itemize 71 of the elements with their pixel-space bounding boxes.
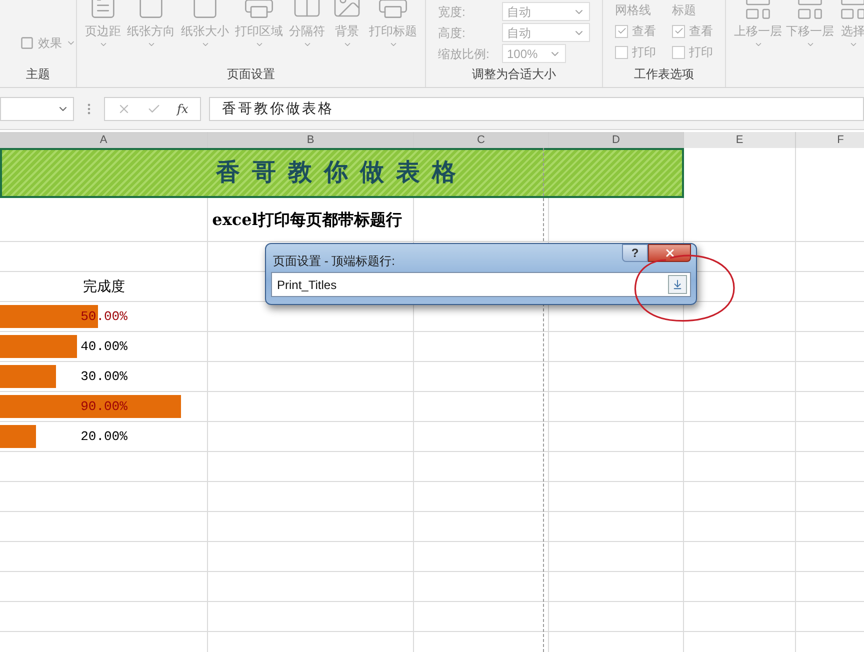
checkbox[interactable] bbox=[672, 24, 685, 38]
column-header[interactable]: F bbox=[796, 132, 864, 148]
ribbon-button[interactable]: 纸张大小 bbox=[181, 0, 229, 49]
group-label: 调整为合适大小 bbox=[471, 66, 557, 83]
caret-icon bbox=[302, 40, 312, 49]
option-checkbox[interactable]: 打印 bbox=[672, 43, 713, 61]
close-icon bbox=[664, 247, 676, 259]
ribbon-button[interactable]: 上移一层 bbox=[734, 0, 782, 49]
header-cell-text: 完成度 bbox=[82, 277, 126, 296]
ribbon-button[interactable]: 打印标题 bbox=[369, 0, 417, 49]
option-heading: 网格线 bbox=[615, 2, 652, 19]
ribbon-button[interactable]: 下移一层 bbox=[786, 0, 834, 49]
size-dropdown[interactable]: 自动 bbox=[502, 2, 590, 21]
caret-icon bbox=[388, 40, 398, 49]
caret-icon bbox=[342, 40, 352, 49]
caret-icon bbox=[200, 40, 210, 49]
column-header[interactable]: D bbox=[549, 132, 684, 148]
caret-icon bbox=[98, 40, 108, 49]
column-header[interactable]: C bbox=[414, 132, 549, 148]
caret-icon bbox=[806, 40, 814, 49]
title-banner[interactable]: 香哥教你做表格 bbox=[0, 148, 684, 198]
check-icon bbox=[674, 26, 684, 36]
effects-icon bbox=[20, 36, 34, 50]
option-heading: 标题 bbox=[672, 2, 697, 19]
help-button[interactable]: ? bbox=[622, 244, 648, 262]
column-header[interactable]: B bbox=[208, 132, 414, 148]
name-box[interactable] bbox=[0, 96, 74, 120]
subtitle-cell-text: excel打印每页都带标题行 bbox=[211, 208, 403, 230]
option-checkbox[interactable]: 打印 bbox=[615, 43, 656, 61]
group-label: 主题 bbox=[25, 66, 51, 83]
data-cell[interactable]: 20.00% bbox=[0, 422, 208, 451]
data-cell[interactable]: 90.00% bbox=[0, 392, 208, 421]
layers-icon bbox=[795, 0, 825, 22]
expand-icon bbox=[672, 279, 683, 290]
column-header[interactable]: A bbox=[0, 132, 208, 148]
scale-spinner[interactable]: 100% bbox=[502, 44, 566, 63]
ribbon-button[interactable]: 打印区域 bbox=[235, 0, 283, 49]
checkbox[interactable] bbox=[615, 24, 628, 38]
layers-icon bbox=[743, 0, 773, 22]
field-label: 缩放比例: bbox=[438, 46, 490, 62]
percent-value: 30.00% bbox=[80, 368, 128, 386]
check-icon bbox=[616, 26, 626, 36]
field-label: 宽度: bbox=[438, 4, 466, 20]
formula-field[interactable]: 香哥教你做表格 bbox=[209, 96, 864, 120]
caret-icon bbox=[254, 40, 264, 49]
percent-value: 40.00% bbox=[80, 338, 128, 356]
option-checkbox[interactable]: 查看 bbox=[672, 22, 713, 40]
group-label: 页面设置 bbox=[226, 66, 276, 83]
dialog-title: 页面设置 - 顶端标题行: bbox=[272, 253, 395, 270]
percent-value: 90.00% bbox=[80, 398, 128, 416]
checkbox[interactable] bbox=[615, 46, 628, 58]
ribbon-button[interactable]: 背景 bbox=[331, 0, 363, 49]
caret-icon bbox=[146, 40, 156, 49]
ribbon-button[interactable]: 分隔符 bbox=[289, 0, 325, 49]
ribbon-button[interactable]: 页边距 bbox=[85, 0, 121, 49]
close-button[interactable] bbox=[648, 244, 691, 262]
option-checkbox[interactable]: 查看 bbox=[615, 22, 656, 40]
caret-icon bbox=[754, 40, 762, 49]
percent-value: 20.00% bbox=[80, 428, 128, 446]
group-label: 工作表选项 bbox=[633, 66, 695, 83]
insert-function-button[interactable]: fx bbox=[177, 100, 188, 118]
collapse-button[interactable] bbox=[668, 275, 687, 294]
data-cell[interactable]: 30.00% bbox=[0, 362, 208, 391]
checkbox[interactable] bbox=[672, 46, 685, 58]
range-input[interactable]: Print_Titles bbox=[271, 272, 691, 297]
caret-icon bbox=[848, 40, 858, 49]
size-dropdown[interactable]: 自动 bbox=[502, 23, 590, 42]
data-cell[interactable]: 40.00% bbox=[0, 332, 208, 361]
ribbon-menu-button[interactable]: 效果 bbox=[20, 34, 76, 52]
field-label: 高度: bbox=[438, 24, 466, 42]
ribbon-button[interactable]: 纸张方向 bbox=[127, 0, 175, 49]
